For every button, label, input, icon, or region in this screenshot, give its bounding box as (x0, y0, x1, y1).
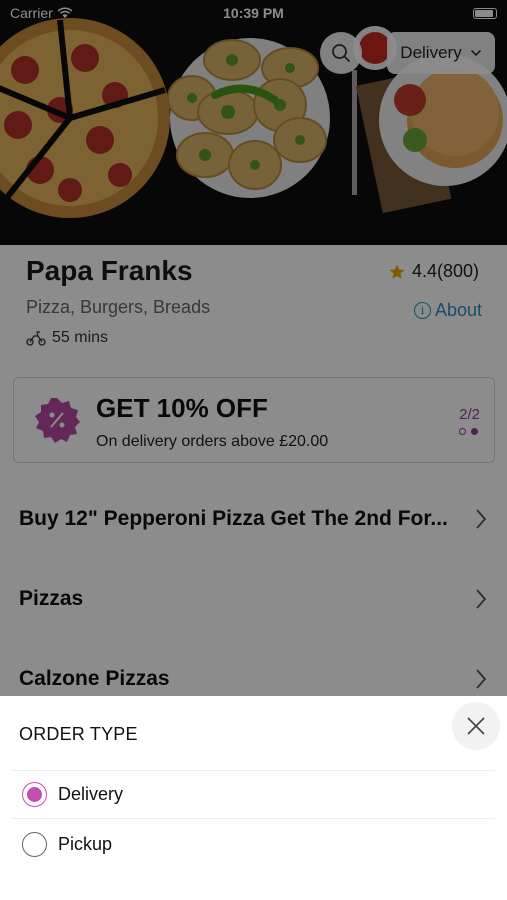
order-type-sheet: ORDER TYPE Delivery Pickup (0, 696, 507, 900)
order-option-delivery[interactable]: Delivery (22, 782, 123, 807)
option-label: Pickup (58, 834, 113, 854)
option-label: Delivery (58, 784, 124, 804)
radio-unselected[interactable] (22, 832, 47, 857)
sheet-title: ORDER TYPE (19, 724, 138, 744)
modal-backdrop[interactable] (0, 0, 507, 696)
divider (12, 770, 495, 771)
close-button[interactable] (452, 702, 500, 750)
divider (12, 818, 495, 819)
close-icon (467, 717, 485, 735)
order-option-pickup[interactable]: Pickup (22, 832, 112, 857)
radio-selected[interactable] (22, 782, 47, 807)
